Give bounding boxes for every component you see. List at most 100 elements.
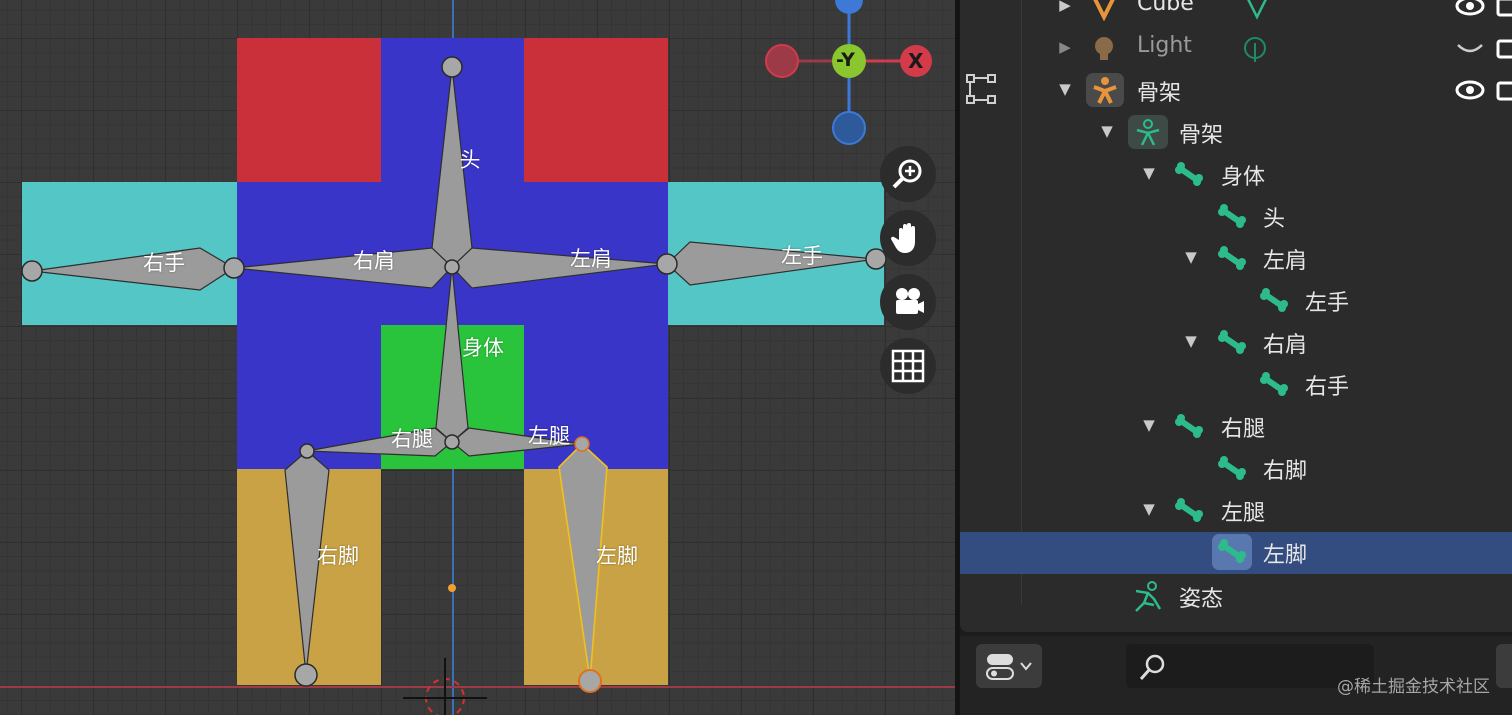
bone-label-right-shoulder: 右肩	[353, 249, 395, 273]
gizmo-pos-z-ball	[835, 0, 863, 14]
outliner-panel[interactable]: ▶ Cube ▶ Light ▼ 骨架 ▼ 骨架 ▼ 身体 头 ▼ 左肩 左手 …	[960, 0, 1512, 632]
outliner-label: Light	[1137, 33, 1192, 58]
bone-icon	[1216, 201, 1248, 233]
joint-center	[444, 259, 460, 275]
outliner-row-bone[interactable]: 右脚	[960, 448, 1512, 490]
3d-cursor-icon	[403, 658, 487, 715]
collapse-arrow[interactable]: ▼	[1098, 122, 1116, 140]
bone-icon	[1173, 159, 1205, 191]
outliner-row-light[interactable]: ▶ Light	[960, 28, 1512, 70]
outliner-label: 右手	[1305, 375, 1350, 400]
camera-icon	[896, 288, 924, 314]
outliner-row-bone[interactable]: ▼ 左肩	[960, 238, 1512, 280]
outliner-row-cube[interactable]: ▶ Cube	[960, 0, 1512, 28]
outliner-label: Cube	[1137, 0, 1194, 16]
bone-icon	[1173, 411, 1205, 443]
outliner-row-armature-object[interactable]: ▼ 骨架	[960, 70, 1512, 112]
panel-options-button[interactable]	[1496, 644, 1512, 688]
outliner-row-bone[interactable]: ▼ 左腿	[960, 490, 1512, 532]
bone-label-head: 头	[459, 148, 481, 172]
eye-closed-icon[interactable]	[1454, 35, 1486, 61]
light-data-icon	[1244, 37, 1266, 62]
outliner-label: 身体	[1221, 165, 1266, 190]
gizmo-neg-x-ball	[765, 44, 799, 78]
joint-head-tip	[441, 56, 463, 78]
outliner-row-bone[interactable]: ▼ 右肩	[960, 322, 1512, 364]
mesh-icon	[1088, 0, 1120, 23]
collapse-arrow[interactable]: ▼	[1140, 500, 1158, 518]
outliner-label: 右腿	[1221, 417, 1266, 442]
bone-right-hand	[31, 247, 236, 291]
outliner-label: 右肩	[1263, 333, 1308, 358]
eye-icon[interactable]	[1454, 0, 1486, 19]
outliner-label: 左肩	[1263, 249, 1308, 274]
bone-label-right-thigh: 右腿	[391, 427, 433, 451]
pose-icon	[1132, 581, 1164, 613]
outliner-label: 骨架	[1137, 81, 1182, 106]
joint-right-foot-tip	[294, 663, 318, 687]
zoom-icon	[892, 159, 922, 189]
outliner-row-bone-selected[interactable]: 左脚	[960, 532, 1512, 574]
joint-left-shoulder-tip	[656, 253, 678, 275]
zoom-button[interactable]	[880, 146, 936, 202]
outliner-label: 姿态	[1179, 587, 1224, 612]
grid-icon	[891, 349, 925, 383]
joint-hip	[444, 434, 460, 450]
bone-label-left-thigh: 左腿	[528, 424, 570, 448]
bone-left-hand	[666, 241, 877, 286]
joint-left-foot-tip	[578, 669, 602, 693]
armature-icon	[1086, 73, 1124, 107]
bone-left-shoulder	[451, 247, 668, 289]
mesh-data-icon	[1247, 0, 1267, 20]
bone-label-left-foot: 左脚	[596, 544, 638, 568]
expand-arrow[interactable]: ▶	[1056, 0, 1074, 14]
joint-left-hip	[574, 436, 590, 452]
gizmo-neg-y-label: -Y	[836, 49, 855, 71]
outliner-label: 左腿	[1221, 501, 1266, 526]
bone-icon	[1216, 327, 1248, 359]
ortho-toggle-button[interactable]	[880, 338, 936, 394]
bone-icon	[1173, 495, 1205, 527]
navigation-gizmo[interactable]	[760, 0, 950, 150]
camera-view-button[interactable]	[880, 274, 936, 330]
bone-label-left-shoulder: 左肩	[570, 247, 612, 271]
eye-icon[interactable]	[1454, 77, 1486, 103]
collapse-arrow[interactable]: ▼	[1056, 80, 1074, 98]
light-icon	[1088, 33, 1120, 65]
collapse-arrow[interactable]: ▼	[1182, 248, 1200, 266]
joint-right-shoulder-tip	[223, 257, 245, 279]
pan-button[interactable]	[880, 210, 936, 266]
bone-label-right-foot: 右脚	[317, 544, 359, 568]
outliner-label: 头	[1263, 207, 1286, 232]
outliner-row-pose[interactable]: 姿态	[960, 576, 1512, 618]
render-camera-icon[interactable]	[1496, 77, 1512, 103]
outliner-label: 骨架	[1179, 123, 1224, 148]
bone-label-body: 身体	[462, 336, 504, 360]
outliner-row-bone[interactable]: 头	[960, 196, 1512, 238]
editor-type-dropdown[interactable]	[976, 644, 1042, 688]
collapse-arrow[interactable]: ▼	[1140, 416, 1158, 434]
bone-right-shoulder	[233, 247, 453, 289]
outliner-row-bone[interactable]: 左手	[960, 280, 1512, 322]
expand-arrow[interactable]: ▶	[1056, 38, 1074, 56]
3d-viewport[interactable]: 头 右手 右肩 左肩 左手 身体 右腿 左腿 右脚 左脚 X -Y	[0, 0, 955, 715]
search-icon	[1139, 654, 1165, 680]
gizmo-neg-z-ball	[832, 111, 866, 145]
bone-icon	[1216, 243, 1248, 275]
collapse-arrow[interactable]: ▼	[1140, 164, 1158, 182]
outliner-row-bone[interactable]: ▼ 身体	[960, 154, 1512, 196]
outliner-row-armature-data[interactable]: ▼ 骨架	[960, 112, 1512, 154]
outliner-row-bone[interactable]: 右手	[960, 364, 1512, 406]
collapse-arrow[interactable]: ▼	[1182, 332, 1200, 350]
outliner-label: 左手	[1305, 291, 1350, 316]
hand-pan-icon	[890, 223, 915, 253]
render-camera-icon[interactable]	[1496, 35, 1512, 61]
bone-icon	[1212, 534, 1252, 570]
joint-right-hand-tip	[21, 260, 43, 282]
object-origin	[448, 584, 456, 592]
armature-data-icon	[1128, 115, 1168, 149]
bone-icon	[1258, 369, 1290, 401]
outliner-row-bone[interactable]: ▼ 右腿	[960, 406, 1512, 448]
render-camera-icon[interactable]	[1496, 0, 1512, 19]
toggle-switch-icon	[986, 654, 1032, 680]
